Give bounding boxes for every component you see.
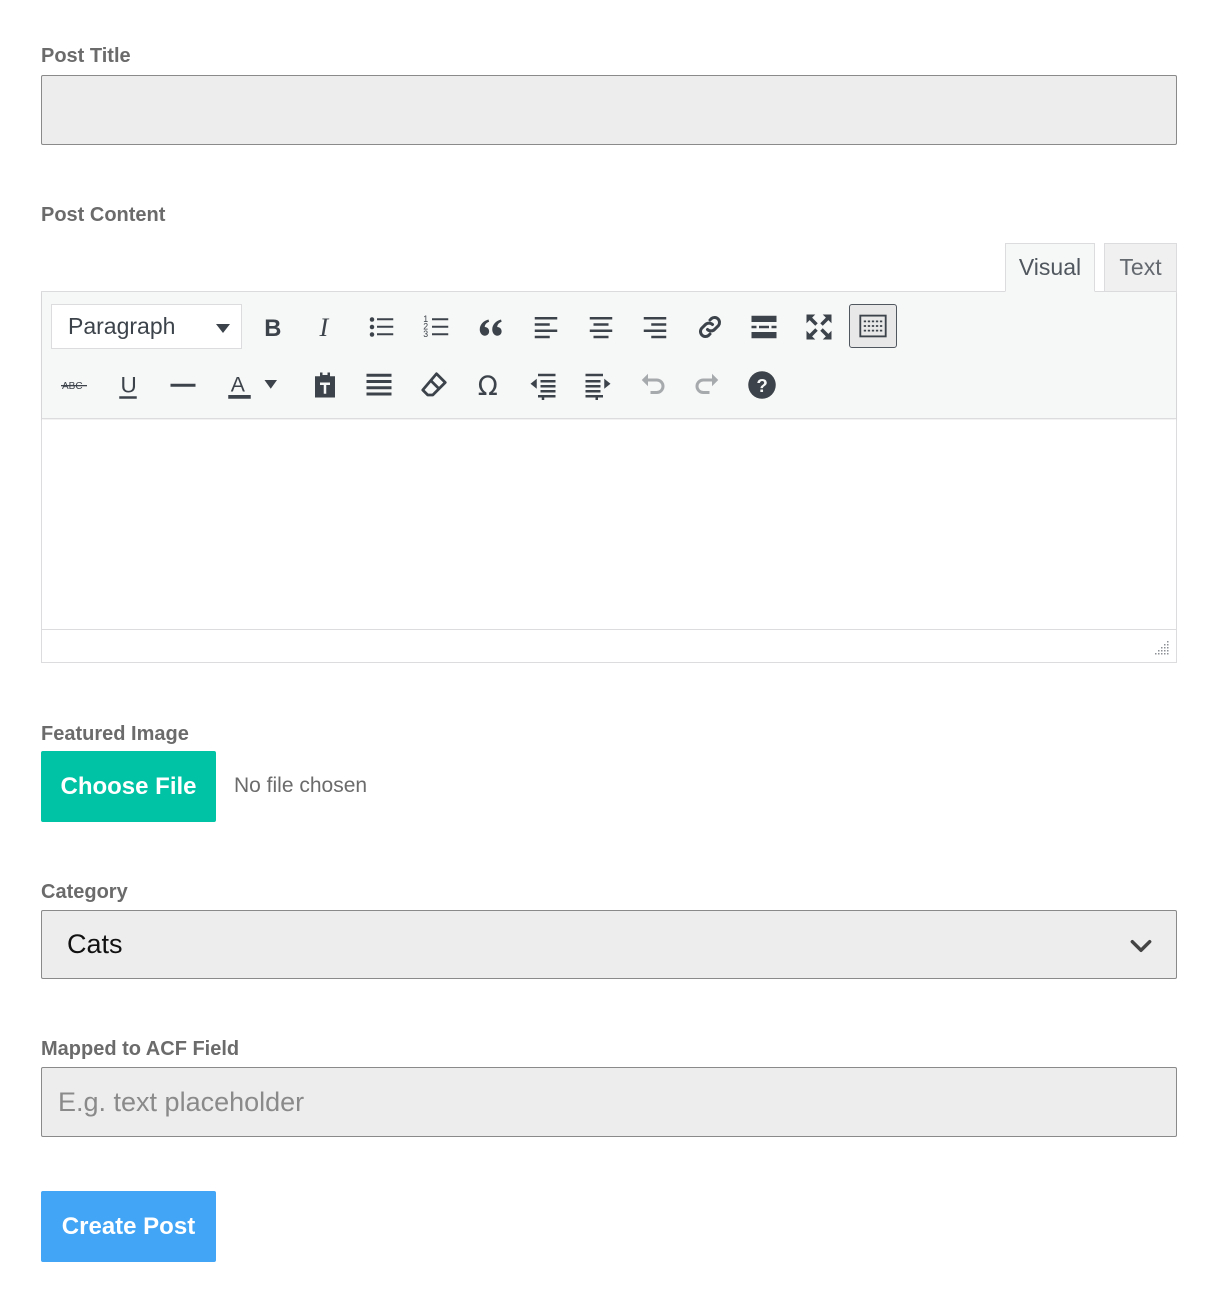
svg-text:Ω: Ω: [478, 372, 498, 400]
strikethrough-icon: ABC: [61, 381, 87, 392]
underline-button[interactable]: U: [106, 363, 150, 407]
horizontal-line-button[interactable]: [161, 363, 205, 407]
acf-field-input[interactable]: [41, 1067, 1177, 1137]
svg-text:U: U: [121, 373, 137, 398]
align-right-button[interactable]: [633, 305, 677, 349]
bold-icon: B: [264, 315, 281, 342]
help-button[interactable]: ?: [740, 363, 784, 407]
outdent-icon: [530, 373, 556, 400]
svg-text:ABC: ABC: [62, 381, 83, 392]
category-select-value: Cats: [67, 929, 123, 959]
strikethrough-button[interactable]: ABC: [53, 363, 97, 407]
align-left-button[interactable]: [524, 305, 568, 349]
toolbar-toggle-button[interactable]: [849, 304, 897, 348]
blockquote-button[interactable]: [469, 305, 513, 349]
file-status-text: No file chosen: [234, 774, 368, 797]
svg-text:B: B: [264, 315, 281, 342]
outdent-button[interactable]: [521, 363, 565, 407]
featured-image-label: Featured Image: [41, 723, 189, 745]
indent-button[interactable]: [576, 363, 620, 407]
resize-handle-icon[interactable]: [1154, 640, 1170, 656]
bold-button[interactable]: B: [251, 305, 295, 349]
svg-text:I: I: [319, 313, 330, 342]
horizontal-line-icon: [170, 383, 196, 387]
indent-icon: [585, 373, 611, 400]
align-left-icon: [534, 317, 558, 339]
read-more-icon: [751, 315, 777, 339]
category-select[interactable]: Cats: [41, 910, 1177, 979]
redo-icon: [695, 373, 719, 394]
chevron-down-icon: [1130, 939, 1152, 953]
text-color-button[interactable]: A: [216, 363, 288, 407]
post-content-label: Post Content: [41, 204, 166, 226]
format-select-value: Paragraph: [68, 313, 176, 339]
editor-content-area[interactable]: [42, 420, 1176, 630]
undo-icon: [641, 373, 665, 394]
create-post-button[interactable]: Create Post: [41, 1191, 216, 1262]
post-title-label: Post Title: [41, 45, 131, 67]
bullet-list-button[interactable]: [360, 305, 404, 349]
svg-text:A: A: [231, 372, 246, 396]
editor-toolbar: Paragraph B I 123 ABC U A Ω ?: [42, 292, 1176, 419]
category-label: Category: [41, 881, 128, 903]
italic-button[interactable]: I: [305, 305, 349, 349]
content-editor: Paragraph B I 123 ABC U A Ω ?: [41, 291, 1177, 663]
fullscreen-icon: [806, 314, 832, 340]
post-title-input[interactable]: [41, 75, 1177, 145]
acf-field-label: Mapped to ACF Field: [41, 1038, 240, 1060]
read-more-button[interactable]: [742, 305, 786, 349]
link-button[interactable]: [688, 305, 732, 349]
align-center-button[interactable]: [579, 305, 623, 349]
blockquote-icon: [479, 319, 502, 336]
justify-button[interactable]: [357, 363, 401, 407]
choose-file-button[interactable]: Choose File: [41, 751, 216, 822]
align-center-icon: [589, 317, 613, 339]
redo-button[interactable]: [685, 363, 729, 407]
clear-formatting-icon: [421, 372, 447, 397]
editor-status-bar: [42, 629, 1176, 662]
help-icon: ?: [748, 371, 776, 399]
format-select[interactable]: Paragraph: [51, 304, 242, 349]
link-icon: [699, 316, 721, 338]
special-character-icon: Ω: [478, 372, 498, 400]
paste-text-icon: [315, 371, 335, 398]
svg-text:?: ?: [756, 375, 767, 396]
tab-text[interactable]: Text: [1104, 243, 1177, 292]
bullet-list-icon: [369, 317, 394, 337]
numbered-list-icon: 123: [423, 314, 449, 339]
clear-formatting-button[interactable]: [412, 363, 456, 407]
undo-button[interactable]: [631, 363, 675, 407]
tab-visual[interactable]: Visual: [1005, 243, 1095, 292]
justify-icon: [366, 373, 392, 396]
text-color-icon: A: [228, 372, 277, 399]
align-right-icon: [643, 317, 667, 339]
underline-icon: U: [119, 373, 137, 399]
numbered-list-button[interactable]: 123: [415, 305, 459, 349]
italic-icon: I: [319, 313, 330, 342]
svg-text:3: 3: [423, 329, 428, 339]
special-character-button[interactable]: Ω: [467, 363, 511, 407]
fullscreen-button[interactable]: [797, 305, 841, 349]
caret-down-icon: [216, 324, 230, 333]
toolbar-toggle-icon: [859, 314, 887, 338]
paste-text-button[interactable]: [303, 363, 347, 407]
